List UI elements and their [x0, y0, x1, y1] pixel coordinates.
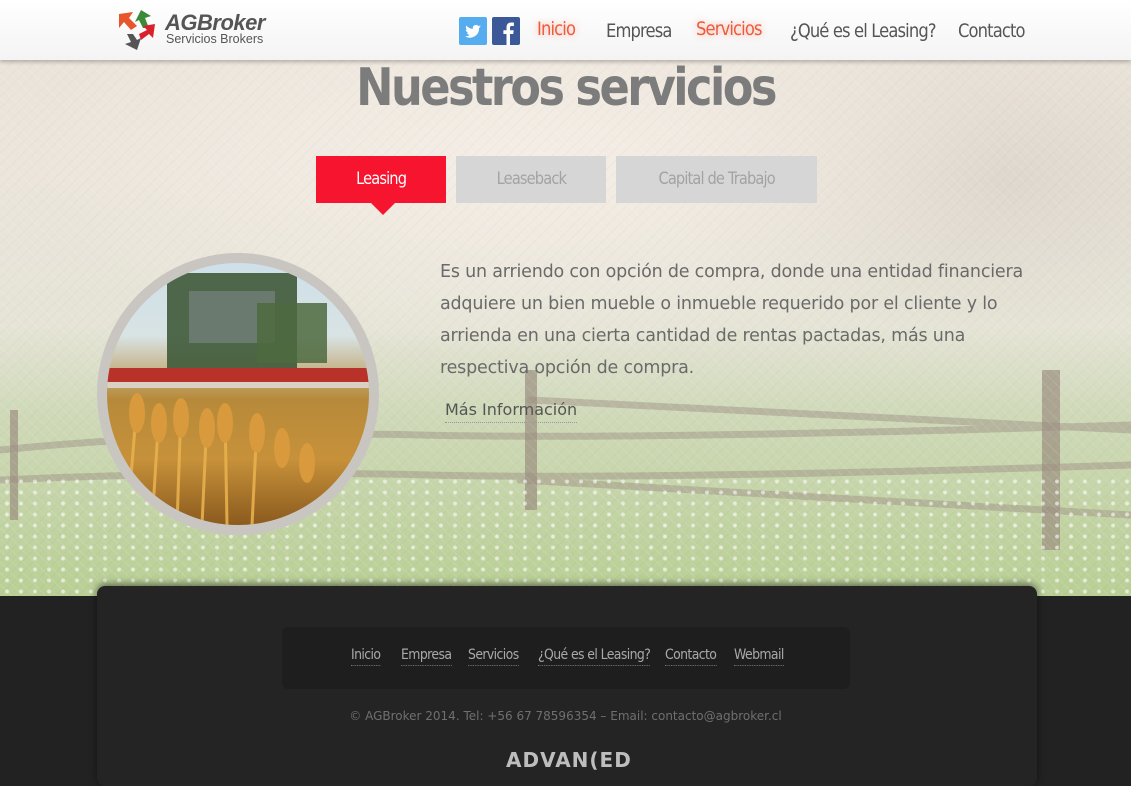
- developer-credit-logo[interactable]: ADVAN(ED: [506, 748, 632, 772]
- tab-leasing[interactable]: Leasing: [316, 156, 446, 215]
- logo-arrows-icon: [119, 10, 155, 50]
- nav-servicios[interactable]: Servicios: [696, 18, 763, 40]
- logo-link[interactable]: AGBroker Servicios Brokers: [115, 6, 285, 54]
- footer-link-contacto[interactable]: Contacto: [665, 647, 717, 666]
- service-image-frame: [97, 253, 379, 535]
- more-info-link[interactable]: Más Información: [445, 400, 578, 423]
- tab-label: Leaseback: [496, 169, 566, 189]
- tab-label: Capital de Trabajo: [658, 169, 775, 189]
- service-description: Es un arriendo con opción de compra, don…: [440, 262, 1023, 378]
- footer-link-que-es-leasing[interactable]: ¿Qué es el Leasing?: [538, 647, 651, 666]
- footer-copyright: © AGBroker 2014. Tel: +56 67 78596354 – …: [349, 709, 782, 723]
- footer-link-empresa[interactable]: Empresa: [401, 647, 452, 666]
- footer-link-webmail[interactable]: Webmail: [734, 647, 784, 666]
- tab-capital-de-trabajo[interactable]: Capital de Trabajo: [616, 156, 817, 203]
- page-title: Nuestros servicios: [356, 58, 777, 118]
- facebook-icon[interactable]: [492, 17, 520, 45]
- tab-leaseback[interactable]: Leaseback: [456, 156, 606, 203]
- brand-tagline: Servicios Brokers: [166, 32, 264, 46]
- tab-label: Leasing: [355, 169, 407, 189]
- nav-inicio[interactable]: Inicio: [537, 18, 576, 40]
- footer-link-servicios[interactable]: Servicios: [468, 647, 519, 666]
- nav-empresa[interactable]: Empresa: [606, 20, 672, 42]
- twitter-icon[interactable]: [459, 17, 487, 45]
- harvester-image: [107, 263, 369, 525]
- footer-link-inicio[interactable]: Inicio: [351, 647, 381, 666]
- top-navigation-bar: AGBroker Servicios Brokers Inicio Empres…: [0, 0, 1131, 60]
- nav-contacto[interactable]: Contacto: [958, 20, 1026, 42]
- nav-que-es-leasing[interactable]: ¿Qué es el Leasing?: [790, 20, 937, 42]
